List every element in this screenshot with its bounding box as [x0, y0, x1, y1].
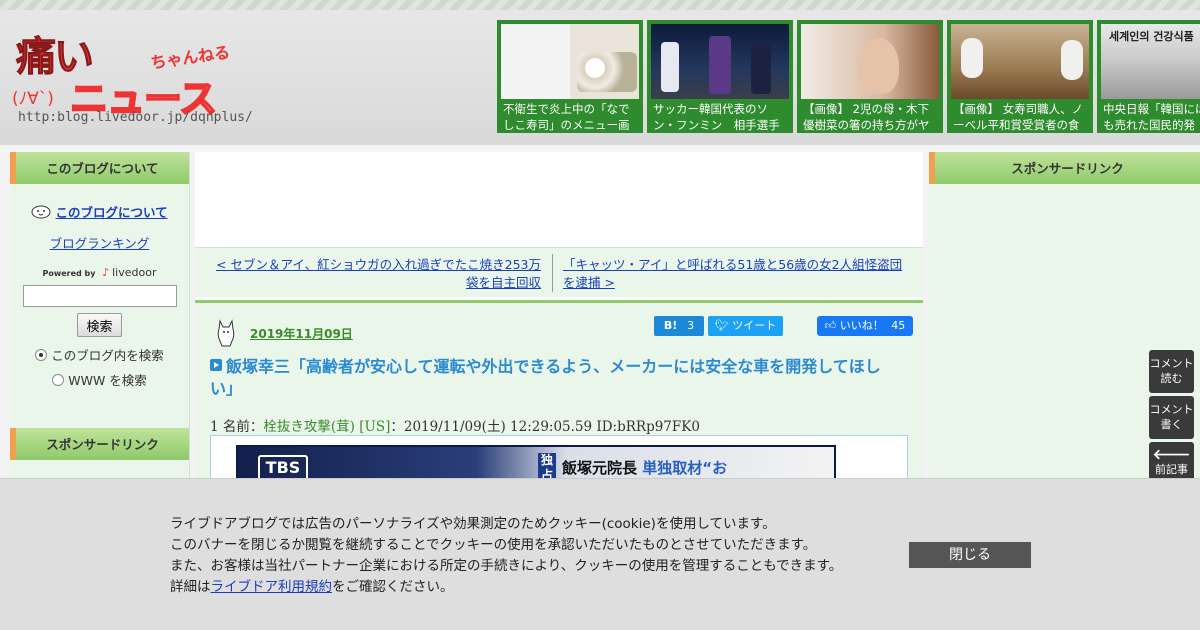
response-header: 1 名前：栓抜き攻撃(茸) [US]：2019/11/09(土) 12:29:0… — [210, 415, 700, 435]
right-sponsor-heading: スポンサードリンク — [929, 152, 1200, 184]
floating-buttons: コメント読む コメント書く 🡐 前記事 — [1149, 350, 1194, 488]
terms-link[interactable]: ライブドア利用規約 — [211, 579, 333, 595]
site-header: 痛い ちゃんねる (ﾉ∀`) ニュース http:blog.livedoor.j… — [0, 0, 1200, 145]
image-caption-plain: 飯塚元院長 — [562, 459, 643, 477]
news-card[interactable]: 【画像】 女寿司職人、ノーベル平和賞受賞者の食事会 — [947, 20, 1093, 133]
radio-www[interactable] — [52, 373, 65, 386]
news-thumbnail: 세계인의 건강식품 — [1101, 24, 1200, 99]
radio-blog-label: このブログ内を検索 — [51, 348, 164, 363]
cookie-line-4-pre: 詳細は — [170, 579, 211, 595]
image-caption: 飯塚元院長 単独取材“お — [562, 457, 727, 478]
about-link[interactable]: このブログについて — [56, 205, 168, 220]
hatena-bookmark-button[interactable]: B! 3 — [654, 316, 704, 336]
hatena-count: 3 — [687, 319, 695, 332]
article-title[interactable]: 飯塚幸三「高齢者が安心して運転や外出できるよう、メーカーには安全な車を開発してほ… — [210, 356, 900, 400]
radio-blog-search[interactable]: このブログ内を検索 — [10, 345, 189, 364]
cookie-line-4-post: をご確認ください。 — [332, 579, 454, 595]
cookie-banner: ライブドアブログでは広告のパーソナライズや効果測定のためクッキー(cookie)… — [0, 478, 1200, 630]
search-button[interactable]: 検索 — [77, 313, 122, 337]
news-thumbnail — [801, 24, 939, 99]
left-sponsor-block: スポンサードリンク — [10, 428, 189, 460]
top-news-carousel: 不衛生で炎上中の「なでしこ寿司」のメニュー画像、 サッカー韓国代表のソン・フンミ… — [497, 20, 1200, 133]
radio-www-label: WWW を検索 — [68, 373, 147, 388]
ad-space — [195, 152, 923, 244]
news-thumbnail — [651, 24, 789, 99]
title-play-icon — [210, 359, 222, 371]
response-name: 栓抜き攻撃(茸) [US] — [263, 419, 391, 435]
like-label: いいね！ — [839, 319, 884, 332]
image-caption-blue: 単独取材“お — [642, 459, 728, 477]
like-count: 45 — [891, 319, 906, 332]
news-thumbnail — [501, 24, 639, 99]
radio-www-search[interactable]: WWW を検索 — [10, 370, 189, 389]
nav-divider — [552, 254, 553, 292]
twitter-bird-icon: 🐦︎ — [714, 319, 729, 332]
next-article-link[interactable]: 「キャッツ・アイ」と呼ばれる51歳と56歳の女2人組怪盗団を逮捕 > — [563, 256, 903, 292]
prev-next-nav: < セブン＆アイ、紅ショウガの入れ過ぎでたこ焼き253万袋を自主回収 「キャッツ… — [195, 247, 923, 297]
prev-article-link[interactable]: < セブン＆アイ、紅ショウガの入れ過ぎでたこ焼き253万袋を自主回収 — [205, 256, 541, 292]
sidebar-heading-about: このブログについて — [10, 152, 189, 184]
facebook-like-button[interactable]: 👍︎ いいね！ 45 — [817, 316, 913, 336]
ranking-link[interactable]: ブログランキング — [10, 233, 189, 252]
site-logo[interactable]: 痛い ちゃんねる (ﾉ∀`) ニュース http:blog.livedoor.j… — [10, 20, 253, 130]
face-icon — [31, 205, 51, 219]
logo-face: (ﾉ∀`) — [12, 89, 54, 109]
thumbs-up-icon: 👍︎ — [824, 319, 837, 332]
search-input[interactable] — [22, 285, 177, 307]
cookie-line-4: 詳細はライブドア利用規約をご確認ください。 — [170, 577, 890, 598]
news-caption: 【画像】 2児の母・木下優樹菜の箸の持ち方がヤバ過 — [803, 102, 930, 132]
hatena-label: B! — [663, 319, 678, 332]
news-caption: サッカー韓国代表のソン・フンミン 相手選手の足を — [653, 102, 780, 132]
news-caption: 不衛生で炎上中の「なでしこ寿司」のメニュー画像、 — [503, 102, 630, 132]
powered-by: Powered by ♪ livedoor — [10, 266, 189, 279]
article-date[interactable]: 2019年11月09日 — [250, 325, 353, 342]
radio-blog[interactable] — [35, 348, 48, 361]
livedoor-label: livedoor — [112, 266, 157, 279]
write-comment-button[interactable]: コメント書く — [1149, 396, 1194, 439]
mascot-icon — [217, 319, 235, 347]
arrow-left-icon: 🡐 — [1152, 447, 1191, 463]
sidebar-heading-sponsor: スポンサードリンク — [10, 428, 189, 460]
news-thumbnail — [951, 24, 1089, 99]
news-card[interactable]: 【画像】 2児の母・木下優樹菜の箸の持ち方がヤバ過 — [797, 20, 943, 133]
about-block: このブログについて ブログランキング Powered by ♪ livedoor… — [10, 202, 189, 389]
tweet-button[interactable]: 🐦︎ ツイート — [708, 316, 783, 336]
article-title-text: 飯塚幸三「高齢者が安心して運転や外出できるよう、メーカーには安全な車を開発してほ… — [210, 357, 881, 398]
livedoor-logo-icon: ♪ — [102, 266, 110, 279]
logo-url: http:blog.livedoor.jp/dqnplus/ — [18, 110, 253, 125]
cookie-message: ライブドアブログでは広告のパーソナライズや効果測定のためクッキー(cookie)… — [170, 514, 890, 598]
cookie-line-3: また、お客様は当社パートナー企業における所定の手続きにより、クッキーの使用を管理… — [170, 558, 843, 574]
news-card[interactable]: 세계인의 건강식품 中央日報「韓国には日本も売れた国民的発 — [1097, 20, 1200, 133]
response-meta: ：2019/11/09(土) 12:29:05.59 ID:bRRp97FK0 — [390, 419, 700, 435]
cookie-line-1: ライブドアブログでは広告のパーソナライズや効果測定のためクッキー(cookie)… — [170, 516, 776, 532]
header-stripe — [0, 0, 1200, 10]
news-caption: 中央日報「韓国には日本も売れた国民的発 — [1103, 102, 1200, 132]
cookie-line-2: このバナーを閉じるか閲覧を継続することでクッキーの使用を承認いただいたものとさせ… — [170, 537, 817, 553]
tweet-label: ツイート — [732, 319, 777, 332]
powered-by-label: Powered by — [42, 269, 96, 278]
prev-article-label: 前記事 — [1155, 463, 1188, 476]
news-card[interactable]: 不衛生で炎上中の「なでしこ寿司」のメニュー画像、 — [497, 20, 643, 133]
cookie-close-button[interactable]: 閉じる — [909, 542, 1031, 568]
read-comments-button[interactable]: コメント読む — [1149, 350, 1194, 393]
response-prefix: 1 名前： — [210, 419, 264, 435]
news-card[interactable]: サッカー韓国代表のソン・フンミン 相手選手の足を — [647, 20, 793, 133]
news-caption: 【画像】 女寿司職人、ノーベル平和賞受賞者の食事会 — [953, 102, 1084, 132]
